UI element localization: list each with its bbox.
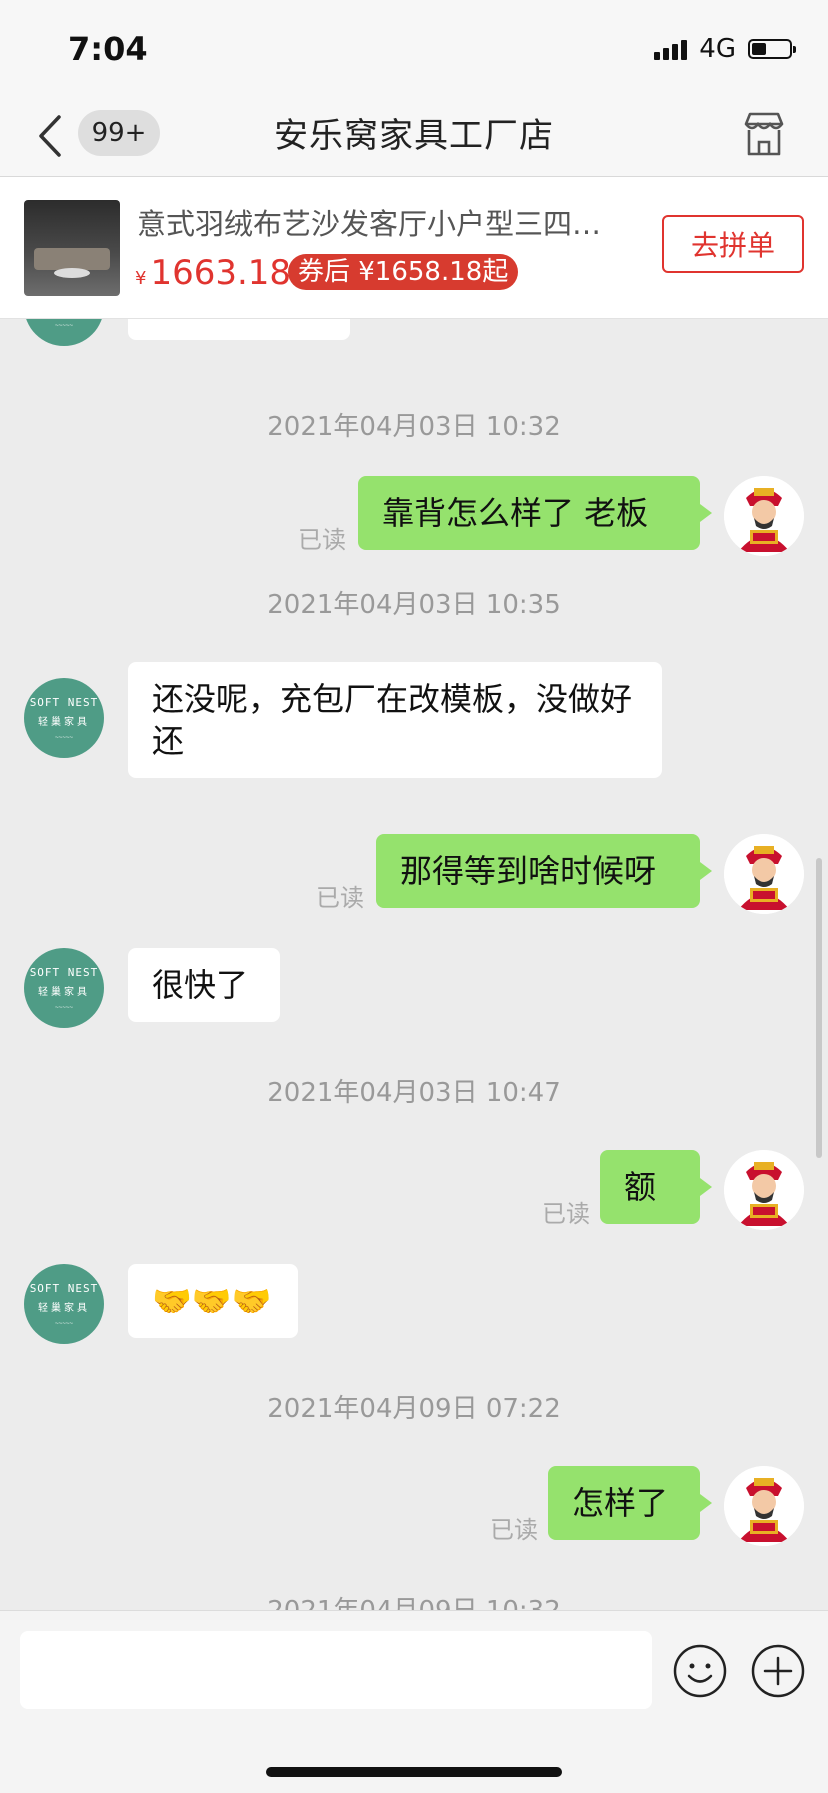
store-button[interactable] bbox=[740, 110, 788, 158]
emoji-button[interactable] bbox=[672, 1643, 728, 1699]
product-thumbnail[interactable] bbox=[24, 200, 120, 296]
input-bar bbox=[0, 1610, 828, 1793]
read-receipt: 已读 bbox=[542, 1200, 590, 1228]
product-price: ¥1663.18 bbox=[135, 253, 291, 293]
timestamp: 2021年04月03日 10:35 bbox=[267, 590, 561, 620]
message-bubble-out[interactable]: 靠背怎么样了 老板 bbox=[358, 476, 712, 550]
store-icon bbox=[744, 112, 784, 156]
signal-icon bbox=[654, 38, 688, 60]
status-time: 7:04 bbox=[68, 30, 148, 68]
message-bubble-in[interactable]: 🤝🤝🤝 bbox=[128, 1264, 298, 1338]
product-title[interactable]: 意式羽绒布艺沙发客厅小户型三四… bbox=[137, 201, 637, 243]
user-avatar[interactable] bbox=[724, 1466, 804, 1546]
read-receipt: 已读 bbox=[316, 884, 364, 912]
timestamp: 2021年04月03日 10:47 bbox=[267, 1078, 561, 1108]
message-bubble-out[interactable]: 怎样了 bbox=[548, 1466, 712, 1540]
message-input[interactable] bbox=[20, 1631, 652, 1709]
status-indicators: 4G bbox=[654, 34, 796, 64]
battery-icon bbox=[748, 39, 796, 59]
message-bubble-in[interactable]: 还没呢，充包厂在改模板，没做好还 bbox=[128, 662, 662, 778]
emoji-icon bbox=[673, 1644, 727, 1698]
shop-avatar[interactable]: SOFT NEST轻巢家具~~~~~ bbox=[24, 948, 104, 1028]
user-avatar[interactable] bbox=[724, 476, 804, 556]
nav-bar: 99+ 安乐窝家具工厂店 bbox=[0, 96, 828, 177]
user-avatar[interactable] bbox=[724, 1150, 804, 1230]
read-receipt: 已读 bbox=[490, 1516, 538, 1544]
message-bubble-out[interactable]: 额 bbox=[600, 1150, 712, 1224]
group-buy-button[interactable]: 去拼单 bbox=[662, 215, 804, 273]
coupon-badge: 券后 ¥1658.18起 bbox=[288, 254, 519, 290]
user-avatar[interactable] bbox=[724, 834, 804, 914]
shop-avatar[interactable]: SOFT NEST轻巢家具~~~~~ bbox=[24, 678, 104, 758]
scrollbar[interactable] bbox=[816, 858, 822, 1158]
add-attachment-button[interactable] bbox=[750, 1643, 806, 1699]
timestamp: 2021年04月03日 10:32 bbox=[267, 412, 561, 442]
chat-area[interactable]: SOFT NEST轻巢家具~~~~~ 需要点时间 2021年04月03日 10:… bbox=[0, 318, 828, 1610]
network-label: 4G bbox=[699, 34, 736, 64]
currency-symbol: ¥ bbox=[135, 268, 147, 289]
message-bubble-out[interactable]: 那得等到啥时候呀 bbox=[376, 834, 712, 908]
timestamp: 2021年04月09日 10:32 bbox=[0, 1590, 828, 1610]
price-value: 1663.18 bbox=[150, 253, 292, 293]
message-bubble-in[interactable]: 很快了 bbox=[128, 948, 280, 1022]
page-title: 安乐窝家具工厂店 bbox=[274, 116, 554, 156]
timestamp: 2021年04月09日 07:22 bbox=[267, 1394, 561, 1424]
shop-avatar[interactable]: SOFT NEST轻巢家具~~~~~ bbox=[24, 1264, 104, 1344]
shop-avatar[interactable]: SOFT NEST轻巢家具~~~~~ bbox=[24, 318, 104, 346]
status-bar: 7:04 4G bbox=[0, 0, 828, 96]
product-card[interactable]: 意式羽绒布艺沙发客厅小户型三四… ¥1663.18 券后 ¥1658.18起 去… bbox=[0, 177, 828, 319]
message-bubble-in[interactable]: 需要点时间 bbox=[128, 318, 350, 340]
plus-icon bbox=[751, 1644, 805, 1698]
read-receipt: 已读 bbox=[298, 526, 346, 554]
home-indicator[interactable] bbox=[266, 1767, 562, 1777]
